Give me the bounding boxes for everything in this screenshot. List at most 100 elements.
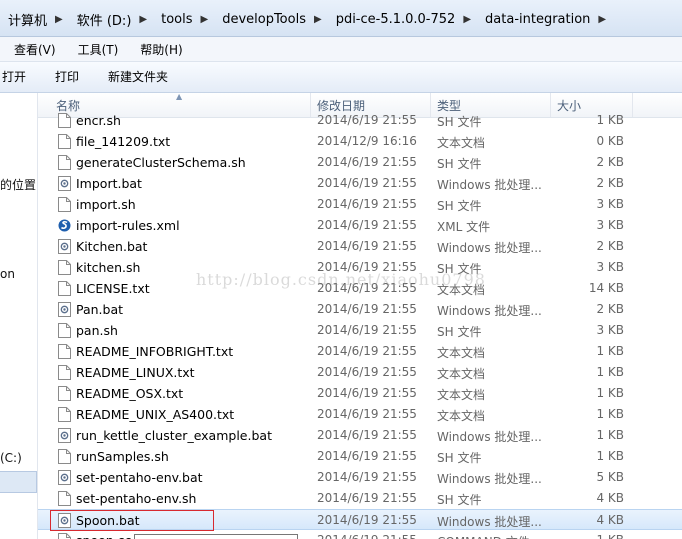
file-size: 2 KB bbox=[596, 302, 624, 316]
file-type: SH 文件 bbox=[437, 157, 482, 171]
new-folder-button[interactable]: 新建文件夹 bbox=[108, 68, 168, 85]
breadcrumb-chevron-icon[interactable]: ▶ bbox=[49, 14, 69, 25]
file-size: 4 KB bbox=[596, 491, 624, 505]
file-date: 2014/6/19 21:55 bbox=[317, 386, 417, 400]
breadcrumb-chevron-icon[interactable]: ▶ bbox=[133, 14, 153, 25]
file-type: SH 文件 bbox=[437, 115, 482, 129]
breadcrumb-item[interactable]: developTools bbox=[214, 12, 308, 27]
watermark: http://blog.csdn.net/xiaohu0798 bbox=[196, 270, 486, 289]
file-row[interactable]: README_INFOBRIGHT.txt 2014/6/19 21:55 文本文档… bbox=[38, 341, 682, 362]
breadcrumb-item[interactable]: tools bbox=[153, 12, 194, 27]
breadcrumb-chevron-icon[interactable]: ▶ bbox=[308, 14, 328, 25]
bat-icon bbox=[58, 428, 71, 443]
menu-tools[interactable]: 工具(T) bbox=[64, 41, 127, 58]
file-date: 2014/6/19 21:55 bbox=[317, 176, 417, 190]
menu-view[interactable]: 查看(V) bbox=[0, 41, 64, 58]
file-row[interactable]: run_kettle_cluster_example.bat 2014/6/19 … bbox=[38, 425, 682, 446]
file-date: 2014/6/19 21:55 bbox=[317, 344, 417, 358]
doc-icon bbox=[58, 449, 71, 464]
nav-item-partial[interactable]: on bbox=[0, 267, 15, 281]
file-type: SH 文件 bbox=[437, 325, 482, 339]
file-date: 2014/12/9 16:16 bbox=[317, 134, 417, 148]
breadcrumb-item[interactable]: pdi-ce-5.1.0.0-752 bbox=[328, 12, 458, 27]
file-date: 2014/6/19 21:55 bbox=[317, 491, 417, 505]
nav-item-selected[interactable] bbox=[0, 471, 37, 493]
breadcrumb-chevron-icon[interactable]: ▶ bbox=[592, 14, 612, 25]
file-size: 4 KB bbox=[596, 513, 624, 527]
doc-icon bbox=[58, 197, 71, 212]
menu-bar: 查看(V) 工具(T) 帮助(H) bbox=[0, 37, 682, 62]
file-row[interactable]: import-rules.xml 2014/6/19 21:55 XML 文件 3 K… bbox=[38, 215, 682, 236]
print-button[interactable]: 打印 bbox=[55, 68, 79, 85]
nav-item-drive-c[interactable]: (C:) bbox=[0, 451, 22, 465]
doc-icon bbox=[58, 491, 71, 506]
file-row[interactable]: pan.sh 2014/6/19 21:55 SH 文件 3 KB bbox=[38, 320, 682, 341]
file-row[interactable]: README_LINUX.txt 2014/6/19 21:55 文本文档 1 KB bbox=[38, 362, 682, 383]
file-row[interactable]: runSamples.sh 2014/6/19 21:55 SH 文件 1 KB bbox=[38, 446, 682, 467]
address-bar[interactable]: 计算机 ▶ 软件 (D:) ▶ tools ▶ developTools ▶ pdi-ce-5.… bbox=[0, 0, 682, 37]
file-date: 2014/6/19 21:55 bbox=[317, 239, 417, 253]
file-type: COMMAND 文件 bbox=[437, 533, 530, 539]
file-type: Windows 批处理... bbox=[437, 304, 542, 318]
file-size: 1 KB bbox=[596, 407, 624, 421]
file-row[interactable]: generateClusterSchema.sh 2014/6/19 21:55 S… bbox=[38, 152, 682, 173]
file-size: 3 KB bbox=[596, 197, 624, 211]
file-size: 2 KB bbox=[596, 176, 624, 190]
file-size: 0 KB bbox=[596, 134, 624, 148]
file-row[interactable]: Kitchen.bat 2014/6/19 21:55 Windows 批处理...… bbox=[38, 236, 682, 257]
command-bar: 打开 打印 新建文件夹 bbox=[0, 62, 682, 93]
file-name: import.sh bbox=[76, 197, 136, 212]
file-name: encr.sh bbox=[76, 113, 121, 128]
file-date: 2014/6/19 21:55 bbox=[317, 470, 417, 484]
file-type: SH 文件 bbox=[437, 199, 482, 213]
file-type: 文本文档 bbox=[437, 136, 486, 150]
breadcrumb-item[interactable]: data-integration bbox=[477, 12, 592, 27]
breadcrumb-chevron-icon[interactable]: ▶ bbox=[457, 14, 477, 25]
bat-icon bbox=[58, 176, 71, 191]
file-size: 5 KB bbox=[596, 470, 624, 484]
file-date: 2014/6/19 21:55 bbox=[317, 155, 417, 169]
breadcrumb-item[interactable]: 计算机 bbox=[0, 10, 49, 29]
nav-item-recent-places[interactable]: 的位置 bbox=[0, 176, 36, 193]
file-type: 文本文档 bbox=[437, 409, 486, 423]
file-row[interactable]: set-pentaho-env.sh 2014/6/19 21:55 SH 文件 4 … bbox=[38, 488, 682, 509]
file-size: 1 KB bbox=[596, 386, 624, 400]
file-row[interactable]: README_UNIX_AS400.txt 2014/6/19 21:55 文本文档… bbox=[38, 404, 682, 425]
file-type: SH 文件 bbox=[437, 451, 482, 465]
file-row[interactable]: Pan.bat 2014/6/19 21:55 Windows 批处理... 2 KB bbox=[38, 299, 682, 320]
file-name: README_LINUX.txt bbox=[76, 365, 195, 380]
file-date: 2014/6/19 21:55 bbox=[317, 449, 417, 463]
open-button[interactable]: 打开 bbox=[2, 68, 26, 85]
file-date: 2014/6/19 21:55 bbox=[317, 218, 417, 232]
file-date: 2014/6/19 21:55 bbox=[317, 428, 417, 442]
file-name: README_OSX.txt bbox=[76, 386, 184, 401]
file-row[interactable]: README_OSX.txt 2014/6/19 21:55 文本文档 1 KB bbox=[38, 383, 682, 404]
navigation-pane[interactable]: 的位置 on (C:) bbox=[0, 93, 38, 539]
file-size: 3 KB bbox=[596, 323, 624, 337]
file-row[interactable]: file_141209.txt 2014/12/9 16:16 文本文档 0 KB bbox=[38, 131, 682, 152]
doc-icon bbox=[58, 260, 71, 275]
breadcrumb-chevron-icon[interactable]: ▶ bbox=[194, 14, 214, 25]
file-type: Windows 批处理... bbox=[437, 430, 542, 444]
bat-icon bbox=[58, 470, 71, 485]
file-row[interactable]: Import.bat 2014/6/19 21:55 Windows 批处理... 2… bbox=[38, 173, 682, 194]
file-name: kitchen.sh bbox=[76, 260, 141, 275]
file-list[interactable]: ▲ 名称 修改日期 类型 大小 encr.sh 2014/6/19 21:55 SH… bbox=[38, 93, 682, 539]
doc-icon bbox=[58, 134, 71, 149]
file-row[interactable]: encr.sh 2014/6/19 21:55 SH 文件 1 KB bbox=[38, 110, 682, 131]
bat-icon bbox=[58, 302, 71, 317]
file-type: Windows 批处理... bbox=[437, 515, 542, 529]
file-name: file_141209.txt bbox=[76, 134, 171, 149]
doc-icon bbox=[58, 281, 71, 296]
file-type: 文本文档 bbox=[437, 388, 486, 402]
file-row[interactable]: set-pentaho-env.bat 2014/6/19 21:55 Window… bbox=[38, 467, 682, 488]
breadcrumb-item[interactable]: 软件 (D:) bbox=[69, 10, 134, 29]
file-name: Import.bat bbox=[76, 176, 142, 191]
menu-help[interactable]: 帮助(H) bbox=[126, 41, 190, 58]
file-row[interactable]: import.sh 2014/6/19 21:55 SH 文件 3 KB bbox=[38, 194, 682, 215]
file-name: run_kettle_cluster_example.bat bbox=[76, 428, 272, 443]
file-size: 3 KB bbox=[596, 218, 624, 232]
file-name: README_UNIX_AS400.txt bbox=[76, 407, 235, 422]
doc-icon bbox=[58, 365, 71, 380]
file-type: XML 文件 bbox=[437, 220, 491, 234]
